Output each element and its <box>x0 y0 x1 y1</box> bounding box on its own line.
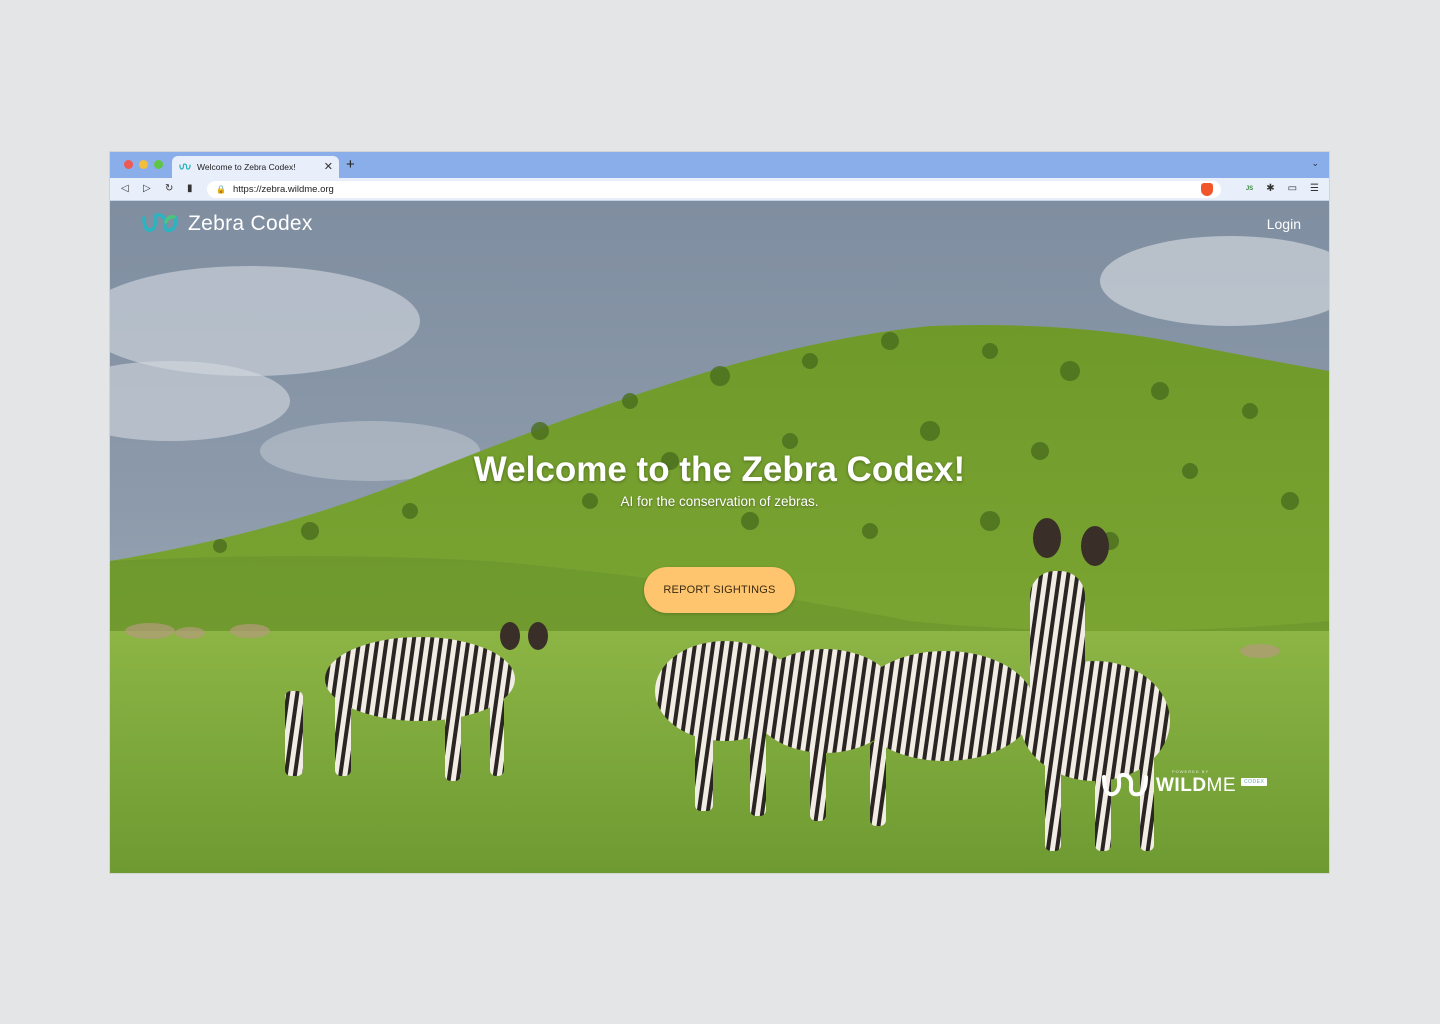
browser-toolbar: ◁ ▷ ↻ ▮ 🔒 https://zebra.wildme.org JS ✱ … <box>110 178 1329 201</box>
back-icon[interactable]: ◁ <box>121 182 129 196</box>
maximize-window-button[interactable] <box>154 160 163 169</box>
wallet-icon[interactable]: ▭ <box>1288 182 1297 196</box>
zebra-codex-logo-icon[interactable] <box>141 212 179 236</box>
wildme-badge[interactable]: POWERED BY WILDME CODEX <box>1100 769 1268 801</box>
hero-subtitle: AI for the conservation of zebras. <box>620 494 819 509</box>
extensions-puzzle-icon[interactable]: ✱ <box>1266 182 1274 196</box>
bookmark-icon[interactable]: ▮ <box>187 182 193 196</box>
report-sightings-button[interactable]: REPORT SIGHTINGS <box>644 567 795 613</box>
wildme-wordmark: WILDME <box>1156 775 1236 797</box>
close-tab-icon[interactable]: ✕ <box>324 161 333 173</box>
wildme-wild: WILD <box>1156 775 1207 796</box>
lock-icon: 🔒 <box>216 185 226 194</box>
reload-icon[interactable]: ↻ <box>165 182 173 196</box>
wildme-logo-icon <box>1102 772 1148 797</box>
web-page: Zebra Codex Login Welcome to the Zebra C… <box>110 201 1329 873</box>
address-bar[interactable]: 🔒 https://zebra.wildme.org <box>207 181 1221 198</box>
hero-title: Welcome to the Zebra Codex! <box>473 450 966 489</box>
tab-search-icon[interactable]: ⌄ <box>1311 158 1319 169</box>
new-tab-button[interactable]: + <box>346 156 355 174</box>
forward-icon[interactable]: ▷ <box>143 182 151 196</box>
login-link[interactable]: Login <box>1267 216 1301 232</box>
codex-tag: CODEX <box>1241 778 1268 786</box>
wildme-me: ME <box>1206 775 1237 796</box>
brave-shields-icon[interactable] <box>1201 183 1213 196</box>
site-header: Zebra Codex Login <box>110 201 1329 249</box>
js-extension-icon[interactable]: JS <box>1246 182 1253 196</box>
url-text[interactable]: https://zebra.wildme.org <box>233 184 334 195</box>
tab-title: Welcome to Zebra Codex! <box>197 162 296 172</box>
tab-strip: Welcome to Zebra Codex! ✕ + ⌄ <box>110 152 1329 178</box>
powered-by-label: POWERED BY <box>1172 769 1210 774</box>
browser-window: Welcome to Zebra Codex! ✕ + ⌄ ◁ ▷ ↻ ▮ 🔒 … <box>110 152 1329 873</box>
zebra-codex-logo-icon <box>179 163 191 170</box>
browser-menu-icon[interactable]: ☰ <box>1310 182 1319 196</box>
window-controls <box>124 160 163 169</box>
close-window-button[interactable] <box>124 160 133 169</box>
minimize-window-button[interactable] <box>139 160 148 169</box>
extension-icons: JS ✱ ▭ ☰ <box>1246 182 1319 196</box>
site-name[interactable]: Zebra Codex <box>188 212 313 236</box>
tab-active[interactable]: Welcome to Zebra Codex! ✕ <box>172 156 339 178</box>
